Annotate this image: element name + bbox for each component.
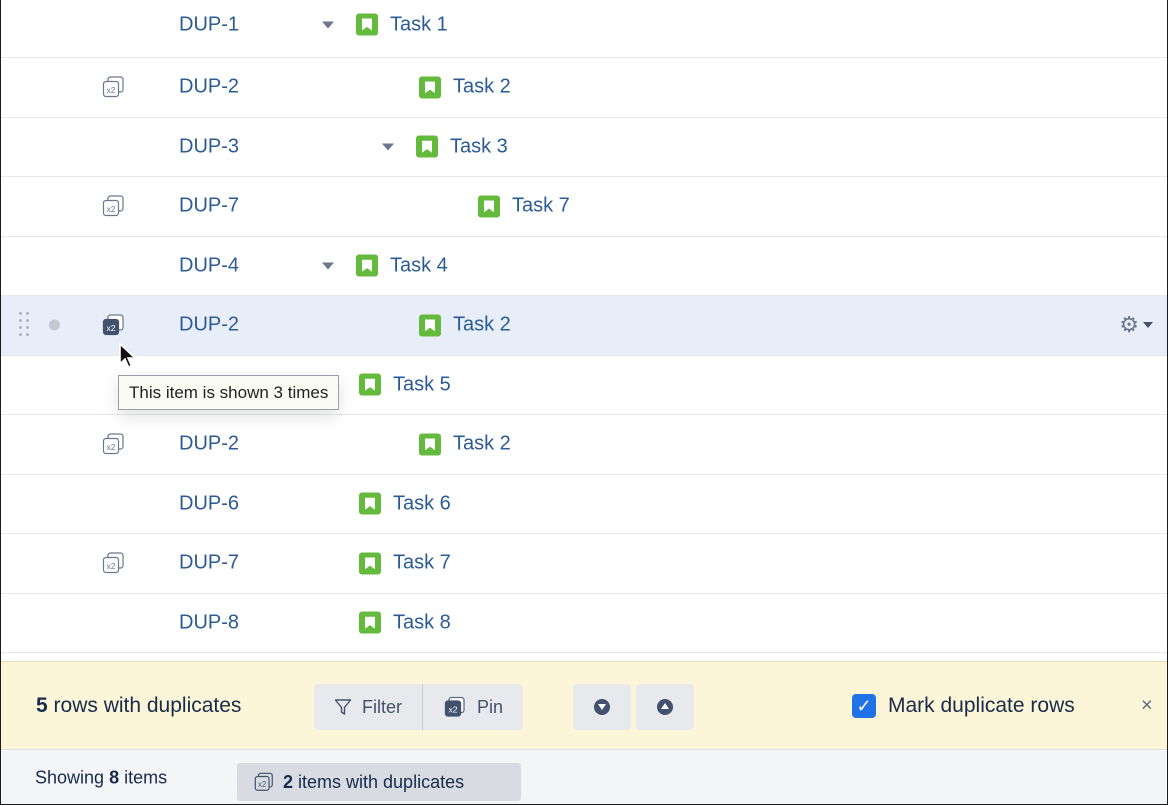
caret-down-icon[interactable] [322, 21, 334, 28]
story-icon [359, 552, 381, 575]
issue-key-link[interactable]: DUP-2 [179, 314, 239, 337]
duplicate-x2-icon: x2 [254, 772, 273, 791]
duplicate-x2-icon[interactable]: x2 [101, 75, 125, 99]
issue-summary-link[interactable]: Task 2 [453, 76, 511, 99]
table-row[interactable]: DUP-6 Task 6 [1, 475, 1167, 534]
issue-summary-link[interactable]: Task 5 [393, 373, 451, 396]
issue-key-link[interactable]: DUP-2 [179, 76, 239, 99]
table-row[interactable]: x2 DUP-7 Task 7 [1, 534, 1167, 594]
issue-key-link[interactable]: DUP-2 [179, 433, 239, 456]
issue-summary: Task 7 [359, 552, 451, 575]
table-row[interactable]: x2 DUP-7 Task 7 [1, 177, 1167, 237]
rows-list: DUP-1 Task 1 x2 DUP-2 Task 2 DUP-3 Task 3 x2 DUP… [1, 0, 1167, 653]
mouse-cursor-icon [119, 342, 138, 369]
story-icon [359, 492, 381, 515]
items-with-duplicates-button[interactable]: x2 2 items with duplicates [237, 763, 521, 801]
issue-summary: Task 4 [322, 254, 448, 277]
story-icon [359, 611, 381, 634]
issue-summary: Task 2 [419, 433, 511, 456]
previous-duplicate-button[interactable] [636, 684, 694, 730]
story-icon [356, 254, 378, 277]
duplicate-x2-icon: x2 [444, 696, 465, 717]
issue-key-link[interactable]: DUP-7 [179, 195, 239, 218]
table-row[interactable]: DUP-1 Task 1 [1, 0, 1167, 58]
filter-pin-group: Filter x2 Pin [314, 684, 524, 730]
filter-label: Filter [362, 696, 402, 717]
status-bar: Showing 8 items x2 2 items with duplicat… [1, 749, 1167, 804]
issue-key-link[interactable]: DUP-8 [179, 611, 239, 634]
story-icon [419, 76, 441, 99]
gear-icon: ⚙ [1119, 312, 1139, 338]
issue-key-link[interactable]: DUP-6 [179, 492, 239, 515]
issue-key-link[interactable]: DUP-4 [179, 254, 239, 277]
issue-key-link[interactable]: DUP-3 [179, 135, 239, 158]
svg-text:x2: x2 [258, 780, 266, 789]
duplicate-x2-icon[interactable]: x2 [101, 551, 125, 575]
table-row[interactable]: DUP-8 Task 8 [1, 594, 1167, 653]
issue-summary-link[interactable]: Task 7 [512, 195, 570, 218]
issue-key-link[interactable]: DUP-7 [179, 552, 239, 575]
issue-key-link[interactable]: DUP-1 [179, 13, 239, 36]
duplicate-x2-icon[interactable]: x2 [101, 313, 125, 337]
table-row[interactable]: DUP-3 Task 3 [1, 118, 1167, 177]
pin-label: Pin [477, 696, 504, 717]
row-actions-button[interactable]: ⚙ [1119, 314, 1153, 336]
issue-summary-link[interactable]: Task 7 [393, 552, 451, 575]
issue-summary: Task 3 [382, 135, 508, 158]
chevron-down-icon [1143, 322, 1153, 329]
issue-summary-link[interactable]: Task 4 [390, 254, 448, 277]
story-icon [356, 13, 378, 36]
svg-text:x2: x2 [449, 705, 458, 715]
caret-down-icon[interactable] [322, 262, 334, 270]
issue-summary: Task 8 [359, 611, 451, 634]
svg-text:x2: x2 [107, 323, 116, 333]
table-row[interactable]: x2 DUP-2 Task 2 [1, 58, 1167, 118]
issue-summary-link[interactable]: Task 1 [390, 13, 448, 36]
structure-panel: DUP-1 Task 1 x2 DUP-2 Task 2 DUP-3 Task 3 x2 DUP… [0, 0, 1168, 805]
arrow-down-circle-icon [594, 699, 610, 715]
mark-duplicates-checkbox[interactable]: ✓ [852, 693, 876, 718]
table-row[interactable]: x2 DUP-2 Task 2 ⚙ [1, 296, 1167, 356]
duplicate-x2-icon[interactable]: x2 [101, 194, 125, 218]
issue-summary-link[interactable]: Task 2 [453, 433, 511, 456]
issue-summary-link[interactable]: Task 3 [450, 135, 508, 158]
issue-summary: Task 2 [419, 314, 511, 337]
svg-text:x2: x2 [107, 204, 116, 214]
close-icon[interactable]: × [1141, 694, 1153, 717]
story-icon [359, 373, 381, 396]
mark-duplicates-option[interactable]: ✓ Mark duplicate rows [852, 693, 1075, 718]
story-icon [419, 314, 441, 337]
pin-button[interactable]: x2 Pin [422, 684, 523, 730]
svg-text:x2: x2 [107, 442, 116, 452]
duplicate-x2-icon[interactable]: x2 [101, 432, 125, 456]
arrow-up-circle-icon [657, 699, 673, 715]
issue-summary-link[interactable]: Task 2 [453, 314, 511, 337]
story-icon [478, 195, 500, 218]
issue-summary: Task 2 [419, 76, 511, 99]
issue-summary: Task 7 [478, 195, 570, 218]
duplicate-tooltip: This item is shown 3 times [118, 375, 340, 410]
row-status-dot [49, 319, 60, 331]
showing-count: Showing 8 items [35, 767, 168, 787]
issue-summary: Task 5 [359, 373, 451, 396]
issue-summary-link[interactable]: Task 6 [393, 492, 451, 515]
story-icon [419, 433, 441, 456]
drag-handle-icon[interactable] [17, 310, 31, 341]
story-icon [416, 135, 438, 158]
svg-text:x2: x2 [107, 561, 116, 571]
duplicate-rows-count: 5 rows with duplicates [36, 693, 242, 717]
duplicates-toolbar: 5 rows with duplicates Filter x2 Pin ✓ M… [1, 661, 1167, 749]
table-row[interactable]: DUP-4 Task 4 [1, 237, 1167, 296]
caret-down-icon[interactable] [382, 143, 394, 151]
next-duplicate-button[interactable] [573, 684, 631, 730]
filter-button[interactable]: Filter [314, 684, 422, 730]
issue-summary: Task 6 [359, 492, 451, 515]
table-row[interactable]: x2 DUP-2 Task 2 [1, 415, 1167, 475]
filter-icon [334, 699, 352, 715]
svg-text:x2: x2 [107, 85, 116, 95]
mark-duplicates-label: Mark duplicate rows [888, 693, 1075, 717]
issue-summary-link[interactable]: Task 8 [393, 611, 451, 634]
issue-summary: Task 1 [322, 13, 448, 36]
items-with-duplicates-label: 2 items with duplicates [283, 771, 465, 792]
